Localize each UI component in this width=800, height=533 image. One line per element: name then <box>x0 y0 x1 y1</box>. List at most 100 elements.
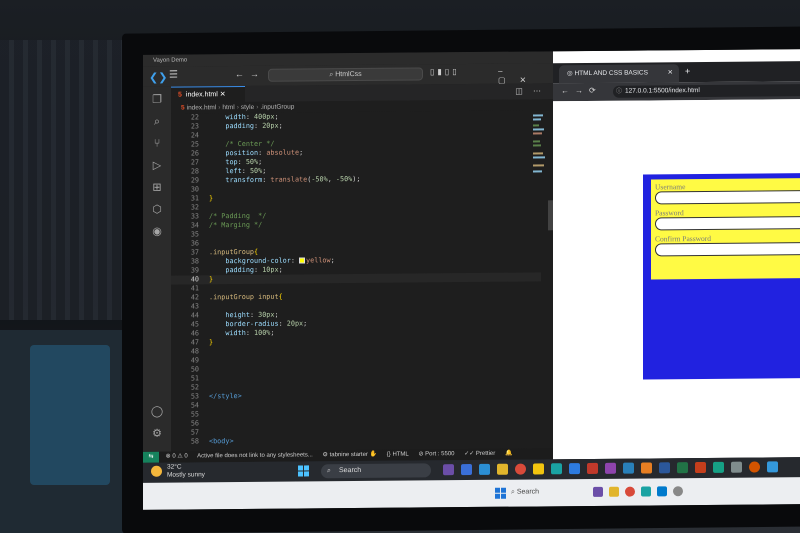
powerpoint-icon[interactable] <box>695 461 706 474</box>
explorer-icon[interactable]: ❐ <box>150 93 164 107</box>
excel-icon[interactable] <box>677 462 688 474</box>
windows-start-icon[interactable] <box>495 487 506 499</box>
account-icon[interactable]: ◯ <box>150 405 164 419</box>
app-icon[interactable] <box>551 463 562 475</box>
remote-explorer-icon[interactable]: ⬡ <box>150 203 164 217</box>
layout-toggle-icons[interactable]: ▯▮▯▯ <box>430 67 460 76</box>
new-tab-icon[interactable]: + <box>685 66 690 76</box>
menu-icon[interactable]: ☰ <box>169 70 178 81</box>
app-icon[interactable] <box>605 462 616 474</box>
code-token: absolute <box>266 148 300 157</box>
file-explorer-icon[interactable] <box>609 486 619 497</box>
code-token: padding <box>225 121 255 131</box>
breadcrumb-item[interactable]: index.html <box>187 104 217 111</box>
search-icon[interactable]: ⌕ <box>150 115 164 129</box>
code-token: left <box>225 167 242 176</box>
language-mode[interactable]: {} HTML <box>387 452 409 458</box>
editor-actions[interactable]: ◫ ⋯ <box>515 86 545 95</box>
chrome-icon[interactable] <box>625 486 635 497</box>
chair <box>30 345 110 485</box>
app-icon[interactable] <box>587 462 598 475</box>
browser-nav-buttons[interactable]: ←→⟳ <box>561 86 602 95</box>
line-number: 22 <box>190 113 199 122</box>
html5-file-icon: 5 <box>181 104 185 112</box>
app-icon[interactable] <box>713 461 724 473</box>
app-icon[interactable] <box>641 486 651 497</box>
extensions-icon[interactable]: ⊞ <box>150 181 164 195</box>
code-token: : <box>254 121 263 130</box>
code-token: ; <box>262 166 267 175</box>
app-icon[interactable] <box>731 461 742 473</box>
command-center-search[interactable]: ⌕ HtmlCss <box>268 67 423 82</box>
password-field[interactable] <box>655 216 800 231</box>
code-line[interactable]: 58 <body> <box>171 434 541 446</box>
code-token: .inputGroup <box>209 247 255 257</box>
line-number: 38 <box>190 257 199 266</box>
app-icon[interactable] <box>749 461 760 473</box>
run-debug-icon[interactable]: ▷ <box>150 159 164 173</box>
code-token: 20px <box>286 319 304 328</box>
confirm-password-field[interactable] <box>655 242 800 257</box>
code-token: ; <box>303 319 308 328</box>
tab-index-html[interactable]: 5 index.html ✕ <box>171 85 245 103</box>
source-control-icon[interactable]: ⑂ <box>150 137 164 151</box>
address-bar[interactable]: ⓘ 127.0.0.1:5500/index.html <box>613 84 800 98</box>
code-token: width <box>225 112 246 122</box>
line-number: 57 <box>190 428 199 437</box>
breadcrumb-item[interactable]: .inputGroup <box>260 104 294 111</box>
app-icon[interactable] <box>641 462 652 474</box>
app-icon[interactable] <box>461 464 472 476</box>
word-icon[interactable] <box>659 462 670 474</box>
chrome-icon[interactable] <box>515 463 526 475</box>
app-icon[interactable] <box>569 463 580 475</box>
line-number: 48 <box>190 347 199 356</box>
close-tab-icon[interactable]: ✕ <box>668 64 673 82</box>
app-icon[interactable] <box>623 462 634 474</box>
code-editor[interactable]: 22 width: 400px; 23 padding: 20px; 24 25 /*… <box>171 110 553 452</box>
browser-tab[interactable]: ◎ HTML AND CSS BASICS ✕ <box>559 64 679 84</box>
code-token: </ <box>209 392 218 401</box>
breadcrumb-item[interactable]: style <box>241 104 254 111</box>
remote-indicator-icon[interactable]: ⇆ <box>143 451 159 463</box>
app-icon[interactable] <box>593 486 603 497</box>
line-number: 30 <box>190 185 199 194</box>
taskbar-search[interactable]: ⌕ Search <box>321 463 431 479</box>
browser-window: ◎ HTML AND CSS BASICS ✕ + ←→⟳ ⓘ 127.0.0.1… <box>553 49 800 460</box>
app-icon[interactable] <box>767 461 778 473</box>
app-icon[interactable] <box>673 486 683 497</box>
code-token: body <box>213 437 230 446</box>
taskbar-search-secondary[interactable]: ⌕ Search <box>511 485 539 499</box>
nav-arrows[interactable]: ←→ <box>235 69 265 79</box>
line-number: 24 <box>190 131 199 140</box>
code-token: : <box>249 310 259 319</box>
windows-start-icon[interactable] <box>298 465 310 477</box>
prettier-status[interactable]: ✓✓ Prettier <box>464 451 495 457</box>
github-icon[interactable]: ◉ <box>150 225 164 239</box>
breadcrumb-item[interactable]: html <box>222 104 234 111</box>
problems-count[interactable]: ⊗ 0 ⚠ 0 <box>166 453 188 459</box>
line-number: 28 <box>190 167 199 176</box>
app-icon[interactable] <box>443 464 454 476</box>
color-swatch-icon[interactable] <box>299 257 306 264</box>
code-token: : <box>245 112 255 121</box>
notifications-bell-icon[interactable]: 🔔 <box>505 451 512 457</box>
live-server-port[interactable]: ⊘ Port : 5500 <box>418 451 454 457</box>
tabnine-status[interactable]: ⚙ tabnine starter ✋ <box>323 452 378 458</box>
app-icon[interactable] <box>479 463 490 475</box>
weather-widget[interactable]: 32°C Mostly sunny <box>151 463 205 479</box>
settings-gear-icon[interactable]: ⚙ <box>150 427 164 441</box>
line-number: 37 <box>190 248 199 257</box>
app-icon[interactable] <box>533 463 544 475</box>
line-number: 39 <box>190 266 199 275</box>
vscode-icon[interactable] <box>657 486 667 497</box>
window-controls[interactable]: –▢✕ <box>498 66 553 85</box>
line-number: 55 <box>190 410 199 419</box>
file-explorer-icon[interactable] <box>497 463 508 475</box>
code-token: background-color <box>225 256 291 266</box>
code-token: } <box>209 275 214 284</box>
code-token: 50% <box>245 157 259 166</box>
vscode-logo-icon: ❮❯ <box>149 71 168 84</box>
username-field[interactable] <box>655 190 800 205</box>
